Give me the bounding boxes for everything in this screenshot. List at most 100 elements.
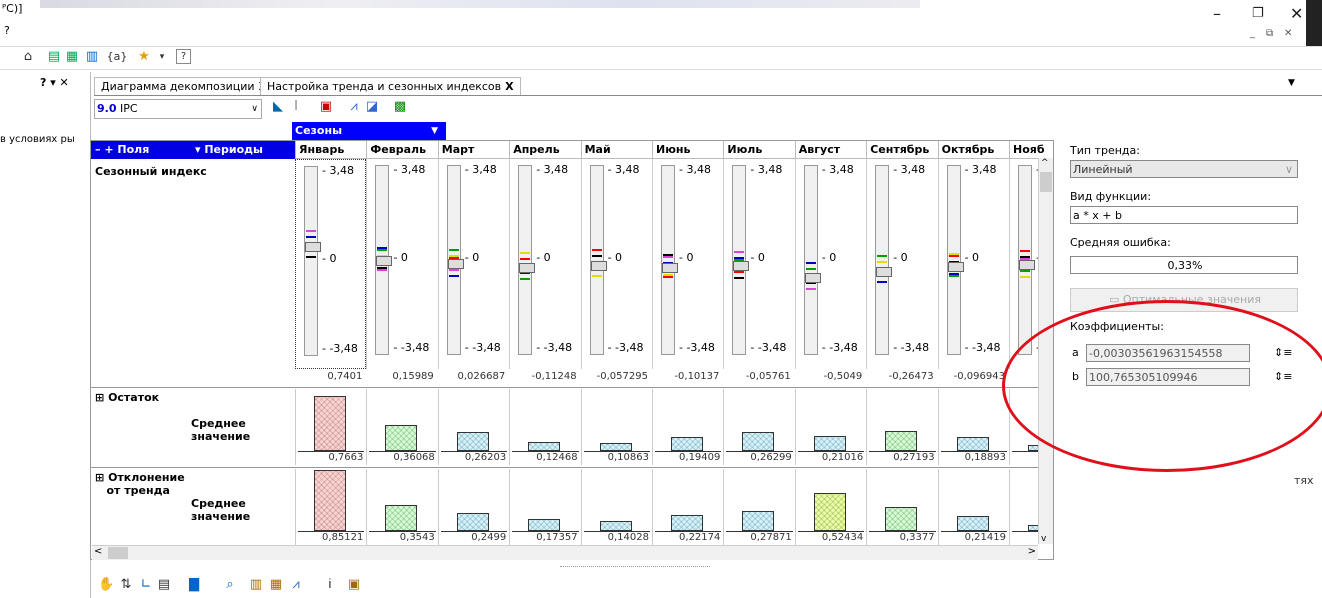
scroll-right-icon[interactable]: > xyxy=(1028,546,1036,557)
horizontal-scrollbar[interactable]: < > xyxy=(92,545,1038,560)
variable-icon[interactable]: {a} xyxy=(106,49,128,65)
tab-decomposition-diagram[interactable]: Диаграмма декомпозицииX xyxy=(94,77,275,95)
close-button[interactable]: ✕ xyxy=(1290,4,1303,23)
seasonal-slider-cell[interactable]: - 3,48 - 0 - -3,48 xyxy=(509,159,580,369)
seasonal-slider[interactable] xyxy=(875,165,893,355)
scroll-thumb[interactable] xyxy=(1040,172,1052,192)
sort-icon[interactable]: ⇅ xyxy=(118,577,134,593)
indicator-combobox[interactable]: 9.0 IPC ∨ xyxy=(94,99,262,119)
periods-header[interactable]: ▾ Периоды xyxy=(191,141,295,159)
slider-thumb[interactable] xyxy=(376,256,393,266)
seasonal-slider[interactable] xyxy=(518,165,536,355)
month-header-0[interactable]: Январь xyxy=(295,141,367,159)
list-icon[interactable]: ▤ xyxy=(156,577,172,593)
month-header-2[interactable]: Март xyxy=(437,141,510,159)
excel-icon[interactable]: ▩ xyxy=(392,99,408,115)
chevron-down-icon[interactable]: ∨ xyxy=(1285,161,1293,179)
star-icon[interactable]: ★ xyxy=(136,49,152,65)
seasonal-slider-cell[interactable]: - 3,48 - 0 - -3,48 xyxy=(794,159,866,369)
slider-thumb[interactable] xyxy=(662,262,678,273)
mdi-minimize-button[interactable]: _ xyxy=(1250,28,1255,39)
tab-list-chevron-icon[interactable]: ▼ xyxy=(1288,78,1295,88)
help-menu[interactable]: ? xyxy=(4,24,10,37)
month-header-3[interactable]: Апрель xyxy=(509,141,581,159)
seasonal-slider-cell[interactable]: - 3,48 - 0 - -3,48 xyxy=(580,159,652,369)
table-icon[interactable]: ▦ xyxy=(64,49,80,65)
fields-header[interactable]: – + Поля xyxy=(91,141,191,159)
function-input[interactable]: a * x + b xyxy=(1070,206,1298,224)
slider-thumb[interactable] xyxy=(733,261,750,272)
seasonal-slider[interactable] xyxy=(304,166,321,356)
residual-label[interactable]: ⊞ Остаток xyxy=(95,391,159,404)
month-header-9[interactable]: Октябрь xyxy=(937,141,1009,159)
bar-chart-icon[interactable]: ▇ xyxy=(186,577,202,593)
chevron-down-icon[interactable]: ▼ xyxy=(431,122,438,140)
seasonal-slider[interactable] xyxy=(946,165,964,355)
tab-trend-settings[interactable]: Настройка тренда и сезонных индексов X xyxy=(260,77,521,95)
seasonal-slider-cell[interactable]: - 3,48 - 0 - -3,48 xyxy=(366,159,437,369)
export-icon[interactable]: ▦ xyxy=(268,577,284,593)
line-chart-icon[interactable]: ⩘ xyxy=(346,99,362,115)
seasons-dimension[interactable]: Сезоны ▼ xyxy=(292,122,446,140)
seasonal-slider-cell[interactable]: - 3,48 - 0 - -3,48 xyxy=(937,159,1009,369)
trend-type-select[interactable]: Линейный ∨ xyxy=(1070,160,1298,178)
slider-thumb[interactable] xyxy=(876,266,893,277)
seasonal-slider-cell[interactable]: - 3,48 - 0 - -3,48 xyxy=(295,159,367,369)
slider-thumb[interactable] xyxy=(1019,260,1035,270)
seasonal-slider-cell[interactable]: - 3,48 - 0 - -3,48 xyxy=(437,159,509,369)
zoom-icon[interactable]: ⌕ xyxy=(222,577,238,593)
month-header-4[interactable]: Май xyxy=(580,141,652,159)
splitter[interactable] xyxy=(560,566,710,573)
scroll-down-icon[interactable]: v xyxy=(1041,534,1046,544)
chevron-down-icon[interactable]: ∨ xyxy=(251,100,258,118)
month-header-6[interactable]: Июль xyxy=(723,141,795,159)
chart-icon[interactable]: ◣ xyxy=(270,99,286,115)
month-header-1[interactable]: Февраль xyxy=(366,141,438,159)
seasonal-slider[interactable] xyxy=(803,165,821,355)
seasonal-slider[interactable] xyxy=(1018,165,1035,355)
expand-icon[interactable]: ⊞ xyxy=(95,391,104,404)
seasonal-slider[interactable] xyxy=(375,165,393,355)
slider-thumb[interactable] xyxy=(804,272,821,283)
month-header-5[interactable]: Июнь xyxy=(652,141,724,159)
seasonal-slider-cell[interactable]: - 3,48 - 0 - -3,48 xyxy=(866,159,937,369)
window-icon[interactable]: ▥ xyxy=(84,49,100,65)
slider-thumb[interactable] xyxy=(519,262,536,273)
tab-close-icon[interactable]: X xyxy=(505,80,513,93)
restore-button[interactable]: ❐ xyxy=(1252,6,1264,21)
expand-icon[interactable]: ⊞ xyxy=(95,471,104,484)
seasonal-slider[interactable] xyxy=(589,165,607,355)
scroll-up-icon[interactable]: ^ xyxy=(1041,158,1049,168)
mdi-close-button[interactable]: ✕ xyxy=(1284,28,1292,39)
grid-icon[interactable]: ▤ xyxy=(46,49,62,65)
seasonal-slider[interactable] xyxy=(732,165,750,355)
mdi-restore-button[interactable]: ⧉ xyxy=(1266,28,1273,39)
data-icon[interactable]: ▥ xyxy=(248,577,264,593)
left-panel-controls[interactable]: ? ▾ ✕ xyxy=(40,76,69,89)
deviation-label[interactable]: ⊞ Отклонение от тренда xyxy=(95,471,185,497)
seasonal-slider[interactable] xyxy=(446,165,464,355)
scroll-thumb[interactable] xyxy=(108,547,128,559)
emf-icon[interactable]: ▣ xyxy=(346,577,362,593)
seasonal-slider-cell[interactable]: - 3,48 - 0 - -3,48 xyxy=(652,159,723,369)
month-header-10[interactable]: Нояб xyxy=(1009,141,1053,159)
slider-thumb[interactable] xyxy=(305,242,321,253)
report-icon[interactable]: ▣ xyxy=(318,99,334,115)
text-icon[interactable]: Ꭵ xyxy=(322,577,338,593)
minimize-button[interactable]: – xyxy=(1213,4,1221,23)
month-header-7[interactable]: Август xyxy=(794,141,867,159)
chevron-down-icon[interactable]: ▾ xyxy=(154,49,170,65)
axis-icon[interactable]: ∟ xyxy=(138,577,154,593)
slider-thumb[interactable] xyxy=(590,261,607,272)
slider-thumb[interactable] xyxy=(947,262,964,273)
trend-chart-icon[interactable]: ◪ xyxy=(364,99,380,115)
help-icon[interactable]: ? xyxy=(176,49,191,64)
seasonal-slider[interactable] xyxy=(661,165,678,355)
month-header-8[interactable]: Сентябрь xyxy=(866,141,938,159)
slider-thumb[interactable] xyxy=(447,259,464,270)
home-icon[interactable]: ⌂ xyxy=(20,49,36,65)
text-cursor-icon[interactable]: I xyxy=(288,99,304,115)
line-chart-icon[interactable]: ⩘ xyxy=(288,577,304,593)
pan-icon[interactable]: ✋ xyxy=(98,577,114,593)
scroll-left-icon[interactable]: < xyxy=(94,546,102,557)
